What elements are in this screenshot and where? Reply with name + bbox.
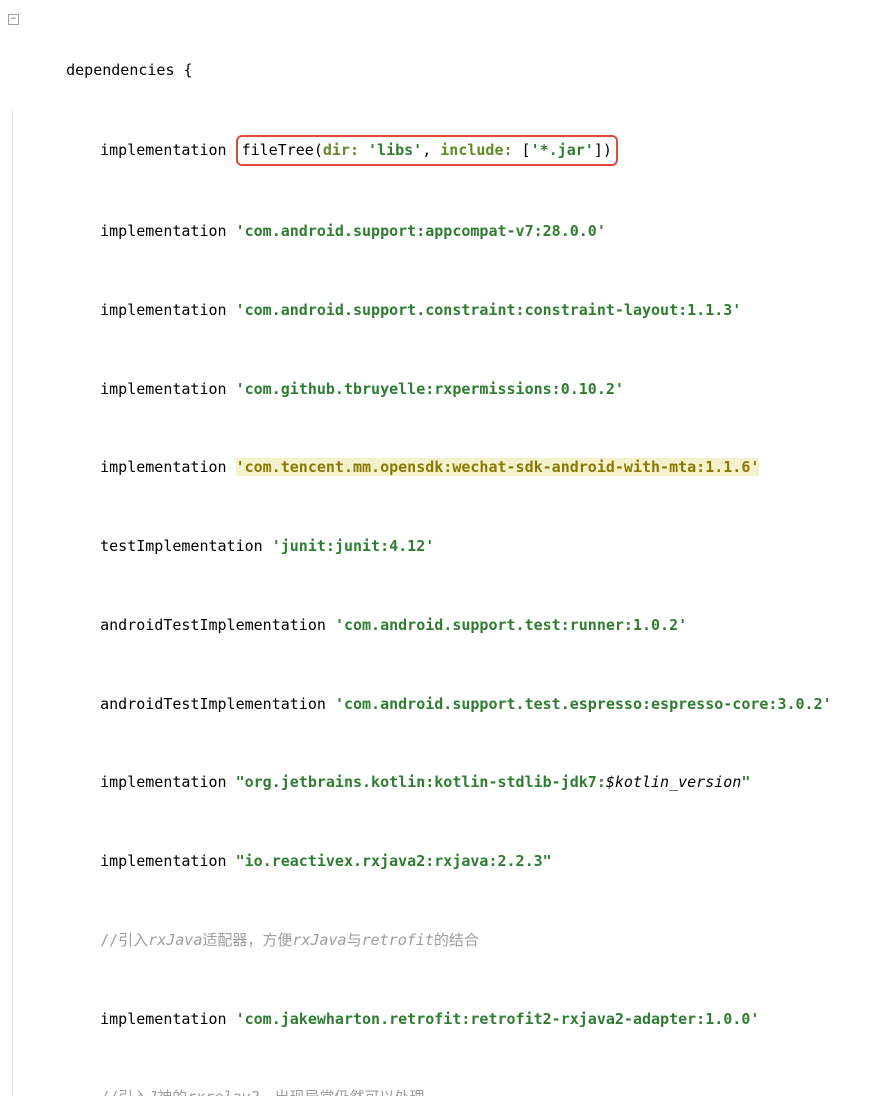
arg-include-val: '*.jar' — [531, 141, 594, 159]
keyword-implementation: implementation — [100, 141, 226, 159]
dep-runner: 'com.android.support.test:runner:1.0.2' — [335, 616, 687, 634]
dep-espresso: 'com.android.support.test.espresso:espre… — [335, 695, 832, 713]
code-line-comment: //引入J神的rxrelay2，出现异常仍然可以处理 — [8, 1058, 878, 1096]
arg-include-key: include: — [440, 141, 512, 159]
code-line: implementation 'com.tencent.mm.opensdk:w… — [8, 428, 878, 507]
code-line: testImplementation 'junit:junit:4.12' — [8, 507, 878, 586]
keyword-implementation: implementation — [100, 852, 226, 870]
gutter — [6, 822, 20, 901]
gutter: − — [6, 4, 20, 109]
keyword-implementation: implementation — [100, 222, 226, 240]
gutter — [6, 192, 20, 271]
block-open: dependencies { — [66, 61, 192, 79]
code-line: androidTestImplementation 'com.android.s… — [8, 664, 878, 743]
gutter — [6, 979, 20, 1058]
dep-rxjava: "io.reactivex.rxjava2:rxjava:2.2.3" — [236, 852, 552, 870]
gutter — [6, 901, 20, 980]
keyword-androidtestimplementation: androidTestImplementation — [100, 695, 326, 713]
code-line: implementation "org.jetbrains.kotlin:kot… — [8, 743, 878, 822]
fold-toggle-icon[interactable]: − — [8, 14, 19, 25]
gutter — [6, 664, 20, 743]
keyword-implementation: implementation — [100, 773, 226, 791]
dep-kotlin-var: $kotlin_version — [606, 773, 741, 791]
keyword-implementation: implementation — [100, 301, 226, 319]
dep-appcompat: 'com.android.support:appcompat-v7:28.0.0… — [236, 222, 606, 240]
code-line: androidTestImplementation 'com.android.s… — [8, 586, 878, 665]
gutter — [6, 743, 20, 822]
call-filetree: fileTree — [242, 141, 314, 159]
keyword-implementation: implementation — [100, 1010, 226, 1028]
comment: //引入J神的rxrelay2，出现异常仍然可以处理 — [100, 1088, 424, 1096]
code-line: implementation 'com.android.support:appc… — [8, 192, 878, 271]
bracket-close: ]) — [594, 141, 612, 159]
bracket-open: [ — [513, 141, 531, 159]
code-line: implementation fileTree(dir: 'libs', inc… — [8, 109, 878, 192]
gutter — [6, 271, 20, 350]
keyword-implementation: implementation — [100, 380, 226, 398]
dep-wechat: 'com.tencent.mm.opensdk:wechat-sdk-andro… — [236, 458, 760, 476]
arg-dir-val: 'libs' — [368, 141, 422, 159]
dep-kotlin-close: " — [741, 773, 750, 791]
dep-junit: 'junit:junit:4.12' — [272, 537, 435, 555]
code-line: implementation "io.reactivex.rxjava2:rxj… — [8, 822, 878, 901]
dep-kotlin-open: "org.jetbrains.kotlin:kotlin-stdlib-jdk7… — [236, 773, 606, 791]
code-line-comment: //引入rxJava适配器，方便rxJava与retrofit的结合 — [8, 901, 878, 980]
dep-rxpermissions: 'com.github.tbruyelle:rxpermissions:0.10… — [236, 380, 624, 398]
code-line: − dependencies { — [8, 4, 878, 109]
keyword-implementation: implementation — [100, 458, 226, 476]
highlight-box-filetree: fileTree(dir: 'libs', include: ['*.jar']… — [236, 135, 618, 165]
dep-retrofit-adapter: 'com.jakewharton.retrofit:retrofit2-rxja… — [236, 1010, 760, 1028]
gutter — [6, 428, 20, 507]
gutter — [6, 586, 20, 665]
separator: , — [422, 141, 440, 159]
dep-constraint: 'com.android.support.constraint:constrai… — [236, 301, 742, 319]
gutter — [6, 1058, 20, 1096]
gutter — [6, 507, 20, 586]
comment: //引入rxJava适配器，方便rxJava与retrofit的结合 — [100, 931, 479, 949]
arg-dir-key: dir: — [323, 141, 359, 159]
code-line: implementation 'com.github.tbruyelle:rxp… — [8, 349, 878, 428]
code-line: implementation 'com.android.support.cons… — [8, 271, 878, 350]
code-block: − dependencies { implementation fileTree… — [8, 4, 878, 1096]
gutter — [6, 349, 20, 428]
keyword-androidtestimplementation: androidTestImplementation — [100, 616, 326, 634]
keyword-testimplementation: testImplementation — [100, 537, 263, 555]
gutter — [6, 109, 20, 192]
code-line: implementation 'com.jakewharton.retrofit… — [8, 979, 878, 1058]
